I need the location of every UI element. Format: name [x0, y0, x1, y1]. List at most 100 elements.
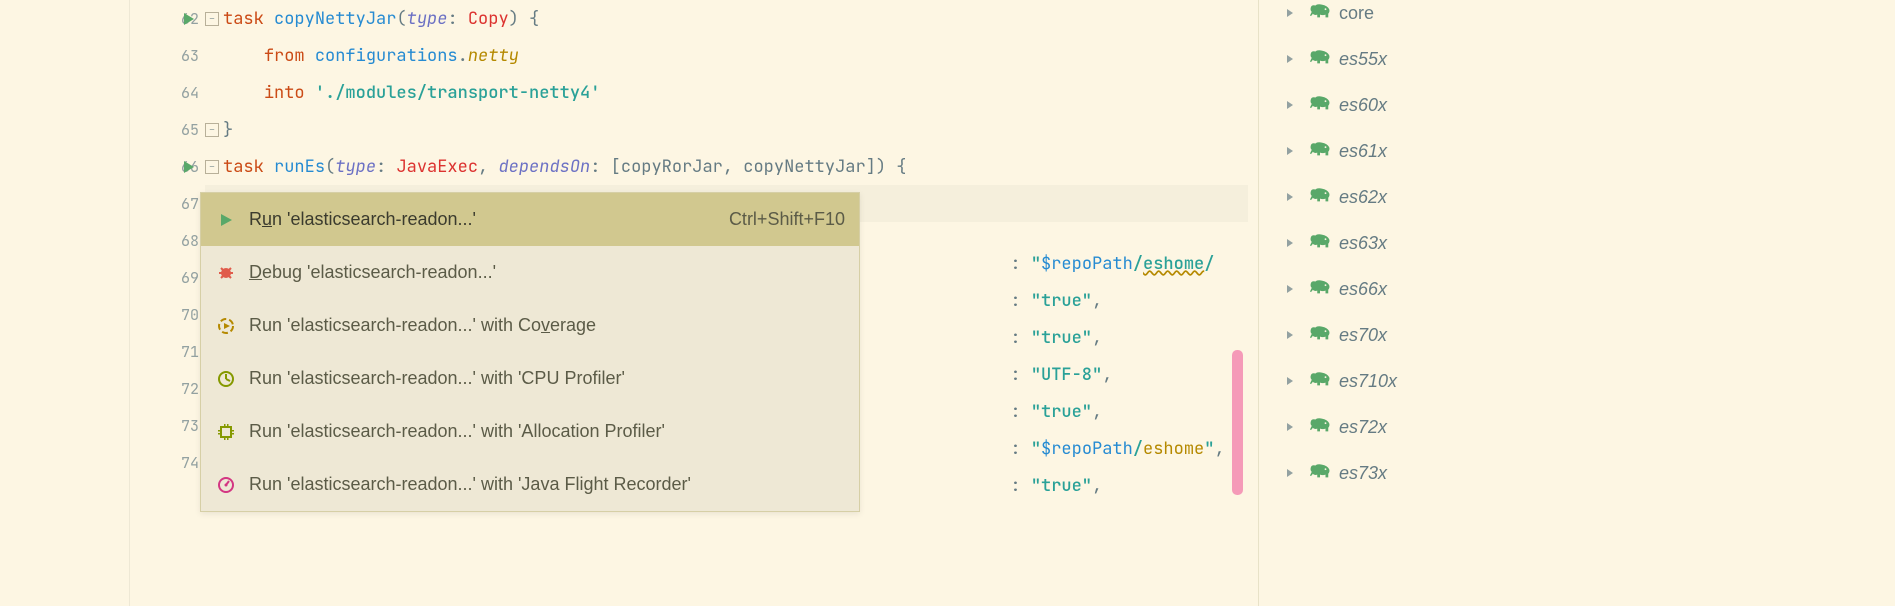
gutter-row[interactable]: 73: [130, 407, 205, 444]
gradle-module-label: es55x: [1339, 49, 1387, 70]
menu-item-run-cpu-profiler[interactable]: Run 'elasticsearch-readon...' with 'CPU …: [201, 352, 859, 405]
fold-close-icon[interactable]: –: [205, 123, 219, 137]
ref: netty: [468, 45, 519, 67]
gradle-icon: [1309, 232, 1331, 254]
gradle-module-item[interactable]: es63x: [1259, 220, 1895, 266]
string-literal: './modules/transport-netty4': [315, 82, 601, 104]
gradle-icon: [1309, 462, 1331, 484]
line-number: 69: [181, 268, 199, 288]
fold-open-icon[interactable]: –: [205, 160, 219, 174]
line-number: 64: [181, 83, 199, 103]
chevron-right-icon: [1285, 100, 1299, 110]
menu-label: Run 'elasticsearch-readon...' with 'CPU …: [249, 368, 845, 389]
code-line[interactable]: – task runEs(type: JavaExec, dependsOn: …: [205, 148, 1248, 185]
gutter-row[interactable]: 72: [130, 370, 205, 407]
gradle-module-item[interactable]: es61x: [1259, 128, 1895, 174]
gutter-row[interactable]: 65: [130, 111, 205, 148]
line-number: 63: [181, 46, 199, 66]
gradle-tool-window: core es55x es60x es61x es62x es63x es66x es70x e…: [1258, 0, 1895, 606]
keyword: from: [264, 45, 305, 67]
chevron-right-icon: [1285, 146, 1299, 156]
gutter-row[interactable]: 69: [130, 259, 205, 296]
param-name: type: [335, 156, 376, 178]
gradle-icon: [1309, 370, 1331, 392]
ref: configurations: [315, 45, 458, 67]
chevron-right-icon: [1285, 330, 1299, 340]
code-text: }: [223, 119, 233, 141]
gradle-module-item[interactable]: es72x: [1259, 404, 1895, 450]
menu-label: Debug 'elasticsearch-readon...': [249, 262, 845, 283]
profiler-cpu-icon: [215, 368, 237, 390]
chevron-right-icon: [1285, 422, 1299, 432]
menu-label: Run 'elasticsearch-readon...': [249, 209, 729, 230]
run-gutter-icon[interactable]: [182, 160, 196, 174]
line-number: 65: [181, 120, 199, 140]
gradle-icon: [1309, 48, 1331, 70]
gradle-module-item[interactable]: es66x: [1259, 266, 1895, 312]
gutter-row[interactable]: 62: [130, 0, 205, 37]
gradle-module-item[interactable]: es62x: [1259, 174, 1895, 220]
gradle-module-label: es70x: [1339, 325, 1387, 346]
code-line[interactable]: – }: [205, 111, 1248, 148]
chevron-right-icon: [1285, 376, 1299, 386]
gradle-icon: [1309, 2, 1331, 24]
line-number: 71: [181, 342, 199, 362]
code-text: [copyRorJar, copyNettyJar]) {: [611, 156, 907, 178]
menu-item-run-jfr[interactable]: Run 'elasticsearch-readon...' with 'Java…: [201, 458, 859, 511]
gradle-module-label: es63x: [1339, 233, 1387, 254]
menu-item-debug[interactable]: Debug 'elasticsearch-readon...': [201, 246, 859, 299]
gradle-module-item[interactable]: es55x: [1259, 36, 1895, 82]
fold-open-icon[interactable]: –: [205, 12, 219, 26]
menu-label: Run 'elasticsearch-readon...' with 'Java…: [249, 474, 845, 495]
task-name: runEs: [274, 156, 325, 178]
param-name: type: [407, 8, 448, 30]
line-number: 73: [181, 416, 199, 436]
menu-item-run-coverage[interactable]: Run 'elasticsearch-readon...' with Cover…: [201, 299, 859, 352]
gutter-row[interactable]: 63: [130, 37, 205, 74]
keyword: task: [223, 8, 264, 30]
gradle-icon: [1309, 324, 1331, 346]
gradle-icon: [1309, 186, 1331, 208]
gradle-module-item[interactable]: es60x: [1259, 82, 1895, 128]
line-number: 68: [181, 231, 199, 251]
debug-icon: [215, 262, 237, 284]
chevron-right-icon: [1285, 192, 1299, 202]
gradle-module-label: es710x: [1339, 371, 1397, 392]
chevron-right-icon: [1285, 284, 1299, 294]
gradle-module-item[interactable]: es70x: [1259, 312, 1895, 358]
line-number: 67: [181, 194, 199, 214]
menu-shortcut: Ctrl+Shift+F10: [729, 209, 845, 230]
code-line[interactable]: from configurations.netty: [205, 37, 1248, 74]
gradle-icon: [1309, 278, 1331, 300]
code-line[interactable]: – task copyNettyJar(type: Copy) {: [205, 0, 1248, 37]
chevron-right-icon: [1285, 54, 1299, 64]
gradle-module-label: es62x: [1339, 187, 1387, 208]
task-name: copyNettyJar: [274, 8, 396, 30]
line-number: 72: [181, 379, 199, 399]
menu-item-run[interactable]: Run 'elasticsearch-readon...' Ctrl+Shift…: [201, 193, 859, 246]
gutter-row[interactable]: 66: [130, 148, 205, 185]
gutter-row[interactable]: 71: [130, 333, 205, 370]
run-gutter-icon[interactable]: [182, 12, 196, 26]
gradle-module-item[interactable]: es73x: [1259, 450, 1895, 496]
gutter-row[interactable]: 68: [130, 222, 205, 259]
gutter-row[interactable]: 67: [130, 185, 205, 222]
editor-scrollbar-thumb[interactable]: [1232, 350, 1243, 495]
editor-gutter: 62 63 64 65 66 67 68 69 70 71 72 73 74: [130, 0, 205, 606]
keyword: into: [264, 82, 305, 104]
gutter-row[interactable]: 64: [130, 74, 205, 111]
gradle-module-label: es72x: [1339, 417, 1387, 438]
gutter-row[interactable]: 74: [130, 444, 205, 481]
menu-item-run-alloc-profiler[interactable]: Run 'elasticsearch-readon...' with 'Allo…: [201, 405, 859, 458]
line-number: 70: [181, 305, 199, 325]
param-name: dependsOn: [498, 156, 590, 178]
gradle-icon: [1309, 140, 1331, 162]
gradle-icon: [1309, 416, 1331, 438]
gutter-row[interactable]: 70: [130, 296, 205, 333]
code-line[interactable]: into './modules/transport-netty4': [205, 74, 1248, 111]
gradle-module-label: es60x: [1339, 95, 1387, 116]
run-context-menu: Run 'elasticsearch-readon...' Ctrl+Shift…: [200, 192, 860, 512]
gradle-module-item[interactable]: core: [1259, 0, 1895, 36]
gradle-module-item[interactable]: es710x: [1259, 358, 1895, 404]
type-ref: JavaExec: [396, 156, 478, 178]
